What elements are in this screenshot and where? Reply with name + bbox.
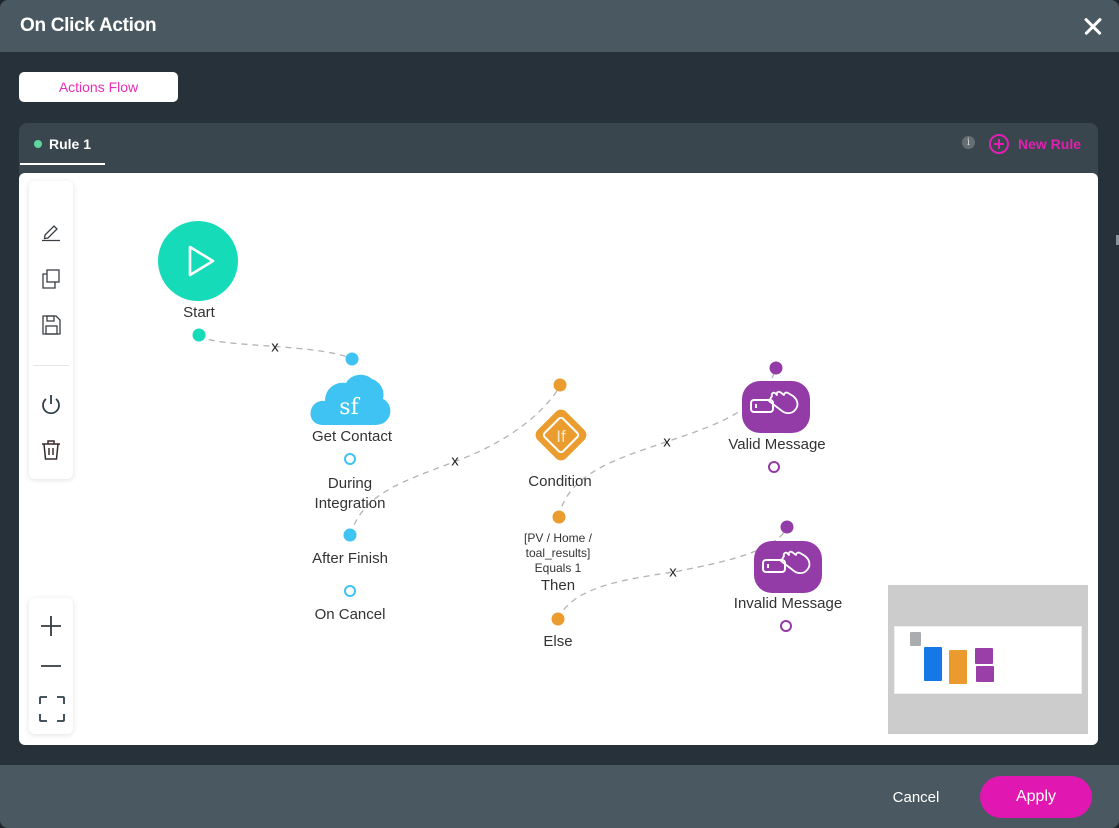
- then-expression-line3: Equals 1: [534, 561, 582, 575]
- start-output-port[interactable]: [192, 328, 206, 342]
- apply-button[interactable]: Apply: [980, 776, 1092, 818]
- get-contact-input-port[interactable]: [345, 352, 359, 366]
- invalid-message-input-port[interactable]: [780, 520, 794, 534]
- then-port[interactable]: [552, 510, 566, 524]
- minimap-valid-message-node: [975, 648, 993, 664]
- close-icon[interactable]: [1081, 14, 1105, 38]
- condition-icon-text: If: [556, 427, 566, 446]
- get-contact-label: Get Contact: [311, 428, 393, 445]
- valid-message-output-port[interactable]: [768, 461, 780, 473]
- start-label: Start: [183, 304, 215, 321]
- rule-tab-label: Rule 1: [49, 136, 92, 152]
- after-finish-label: After Finish: [312, 550, 388, 567]
- trash-icon[interactable]: [39, 438, 63, 462]
- info-icon[interactable]: i: [962, 136, 975, 149]
- then-expression-line2: toal_results]: [525, 546, 591, 560]
- invalid-message-output-port[interactable]: [780, 620, 792, 632]
- rule-status-dot: [34, 140, 42, 148]
- if-diamond-icon: If: [535, 409, 587, 461]
- fit-screen-icon[interactable]: [39, 696, 65, 722]
- then-expression-line1: [PV / Home /: [523, 531, 593, 545]
- else-port[interactable]: [551, 612, 565, 626]
- modal-title: On Click Action: [20, 15, 157, 36]
- minimap-get-contact-node: [924, 647, 942, 681]
- modal-footer: Cancel Apply: [0, 765, 1119, 828]
- get-contact-icon-text: sf: [339, 395, 360, 420]
- valid-message-node[interactable]: [742, 381, 810, 433]
- tap-button-icon: [750, 390, 799, 415]
- new-rule-button[interactable]: New Rule: [989, 133, 1081, 155]
- during-integration-label: During Integration: [314, 475, 386, 512]
- new-rule-label: New Rule: [1018, 136, 1082, 152]
- plus-icon[interactable]: [39, 614, 63, 638]
- power-icon[interactable]: [39, 392, 63, 416]
- start-node[interactable]: [158, 221, 238, 301]
- copy-icon[interactable]: [39, 267, 63, 291]
- valid-message-label: Valid Message: [728, 436, 826, 453]
- minimap[interactable]: [888, 585, 1088, 734]
- pencil-icon[interactable]: [39, 219, 63, 243]
- after-finish-port[interactable]: [343, 528, 357, 542]
- during-integration-port[interactable]: [344, 453, 356, 465]
- invalid-message-node[interactable]: [754, 541, 822, 593]
- then-label: Then: [540, 577, 576, 594]
- actions-flow-tab[interactable]: Actions Flow: [19, 72, 178, 102]
- condition-node[interactable]: If: [531, 405, 591, 465]
- remove-edge-get-contact[interactable]: x: [451, 453, 459, 470]
- play-icon: [188, 245, 215, 277]
- condition-label: Condition: [528, 473, 592, 490]
- cancel-button[interactable]: Cancel: [870, 777, 962, 819]
- else-label: Else: [543, 633, 573, 650]
- save-icon[interactable]: [39, 313, 63, 337]
- minimap-viewport[interactable]: [894, 626, 1082, 694]
- plus-circle-icon: [989, 134, 1009, 154]
- zoom-toolbar: [29, 598, 73, 734]
- remove-edge-then[interactable]: x: [663, 434, 671, 451]
- remove-edge-start[interactable]: x: [271, 339, 279, 356]
- modal-header: On Click Action: [0, 0, 1119, 52]
- on-click-action-modal: On Click Action Actions Flow Rule 1 i Ne…: [0, 0, 1119, 828]
- condition-input-port[interactable]: [553, 378, 567, 392]
- minimap-condition-node: [949, 650, 967, 684]
- minimap-start-node: [910, 632, 921, 646]
- salesforce-cloud-icon: sf: [310, 374, 391, 425]
- get-contact-node[interactable]: sf: [309, 369, 391, 427]
- valid-message-input-port[interactable]: [769, 361, 783, 375]
- tab-rule-1[interactable]: Rule 1: [20, 123, 105, 165]
- invalid-message-label: Invalid Message: [733, 595, 843, 612]
- tap-button-icon: [762, 550, 811, 575]
- remove-edge-else[interactable]: x: [669, 564, 677, 581]
- toolbar-divider: [33, 365, 69, 366]
- minus-icon[interactable]: [39, 654, 63, 678]
- flow-canvas[interactable]: x x x x Start sf Get Contact During Inte…: [19, 173, 1098, 745]
- minimap-invalid-message-node: [976, 666, 994, 682]
- canvas-toolbar: [29, 181, 73, 479]
- on-cancel-port[interactable]: [344, 585, 356, 597]
- on-cancel-label: On Cancel: [314, 606, 386, 623]
